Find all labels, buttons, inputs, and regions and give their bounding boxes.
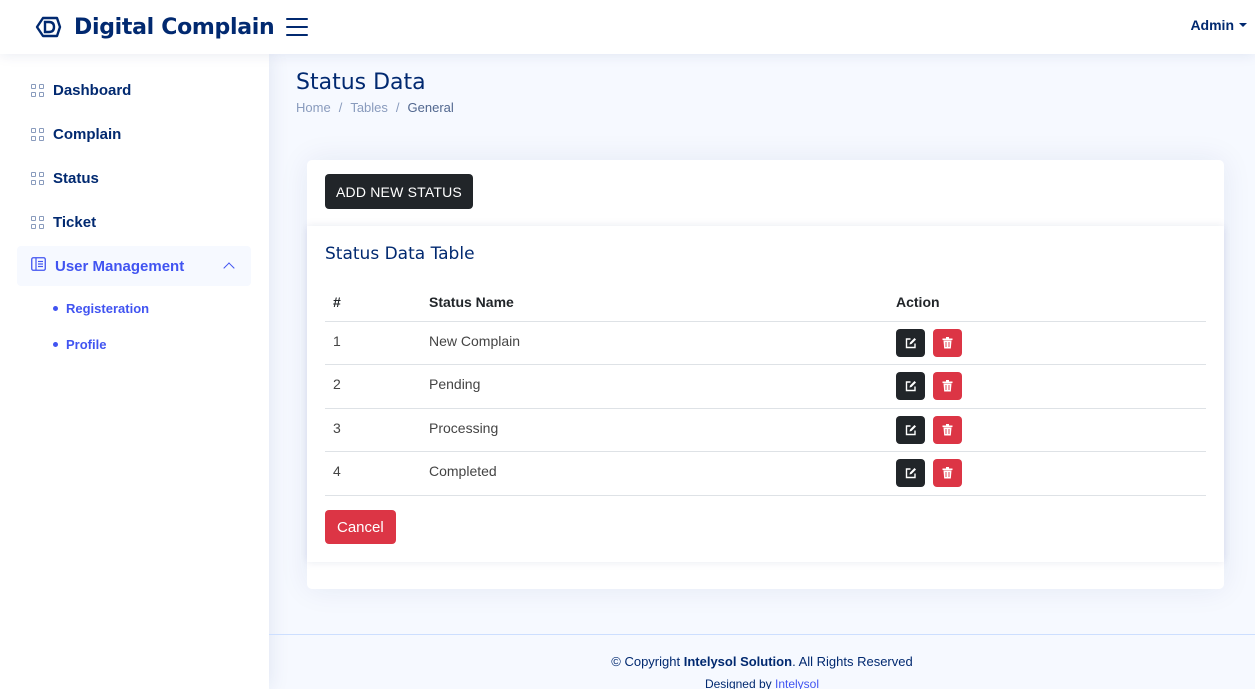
logo[interactable]: Digital Complain	[33, 12, 275, 42]
row-actions	[888, 408, 1206, 452]
status-card: ADD NEW STATUS Status Data Table # Statu…	[307, 160, 1224, 589]
trash-icon	[942, 467, 953, 479]
sidebar-item-ticket[interactable]: Ticket	[17, 202, 251, 242]
table-row: 4 Completed	[325, 451, 1206, 496]
edit-icon	[905, 468, 916, 479]
logo-icon	[33, 12, 63, 42]
sidebar: Dashboard Complain Status Ticket User Ma…	[0, 54, 269, 689]
sidebar-item-user-management[interactable]: User Management	[17, 246, 251, 286]
edit-icon	[905, 424, 916, 435]
breadcrumb-current: General	[407, 100, 454, 115]
breadcrumb: Home / Tables / General	[296, 100, 454, 115]
sidebar-item-label: Complain	[53, 125, 122, 143]
row-status-name: New Complain	[421, 321, 888, 365]
trash-icon	[942, 336, 953, 348]
top-header: Digital Complain Admin	[0, 0, 1255, 54]
cancel-button[interactable]: Cancel	[325, 510, 396, 544]
grid-icon	[31, 127, 44, 141]
breadcrumb-tables[interactable]: Tables	[350, 100, 388, 115]
delete-button[interactable]	[932, 372, 962, 400]
layout-text-icon	[31, 256, 46, 276]
copyright-prefix: © Copyright	[611, 654, 684, 669]
brand-name: Digital Complain	[74, 14, 275, 40]
sidebar-subitem-registeration[interactable]: Registeration	[0, 290, 269, 326]
column-header-status-name: Status Name	[421, 284, 888, 322]
row-status-name: Processing	[421, 408, 888, 452]
edit-button[interactable]	[896, 328, 925, 357]
sidebar-subitem-label: Profile	[66, 336, 107, 352]
table-row: 3 Processing	[325, 408, 1206, 452]
sidebar-item-dashboard[interactable]: Dashboard	[17, 70, 251, 110]
page-title: Status Data	[296, 70, 426, 95]
delete-button[interactable]	[932, 328, 962, 357]
sidebar-item-label: Ticket	[53, 213, 97, 231]
copyright-suffix: . All Rights Reserved	[792, 654, 913, 669]
grid-icon	[31, 171, 44, 185]
grid-icon	[31, 215, 44, 229]
sidebar-toggle-icon[interactable]	[286, 16, 309, 38]
row-actions	[888, 364, 1206, 409]
row-id: 1	[325, 321, 421, 365]
chevron-up-icon	[223, 262, 235, 274]
trash-icon	[942, 423, 953, 435]
table-header-row: # Status Name Action	[325, 284, 1206, 322]
row-id: 2	[325, 364, 421, 409]
column-header-action: Action	[888, 284, 1206, 322]
column-header-number: #	[325, 284, 421, 322]
breadcrumb-home[interactable]: Home	[296, 100, 331, 115]
designed-by: Designed by Intelysol	[269, 677, 1255, 689]
table-title: Status Data Table	[325, 244, 475, 264]
status-table: # Status Name Action 1 New Complain 2 Pe…	[325, 284, 1206, 496]
row-id: 3	[325, 408, 421, 452]
sidebar-item-status[interactable]: Status	[17, 158, 251, 198]
row-actions	[888, 321, 1206, 365]
admin-label: Admin	[1190, 17, 1234, 33]
breadcrumb-separator: /	[338, 100, 343, 115]
edit-button[interactable]	[896, 459, 925, 487]
edit-button[interactable]	[896, 415, 925, 444]
copyright-text: © Copyright Intelysol Solution. All Righ…	[269, 654, 1255, 669]
sidebar-subitem-label: Registeration	[66, 300, 150, 316]
bullet-icon	[53, 305, 58, 311]
table-row: 2 Pending	[325, 364, 1206, 409]
delete-button[interactable]	[932, 459, 962, 487]
designed-prefix: Designed by	[704, 677, 775, 689]
sidebar-subitem-profile[interactable]: Profile	[0, 326, 269, 362]
page-title-block: Status Data Home / Tables / General	[296, 70, 454, 115]
row-status-name: Completed	[421, 451, 888, 496]
row-status-name: Pending	[421, 364, 888, 409]
footer: © Copyright Intelysol Solution. All Righ…	[269, 634, 1255, 689]
edit-icon	[905, 337, 916, 348]
sidebar-item-complain[interactable]: Complain	[17, 114, 251, 154]
edit-icon	[905, 381, 916, 392]
company-name: Intelysol Solution	[683, 654, 793, 669]
sidebar-item-label: User Management	[55, 257, 185, 275]
grid-icon	[31, 83, 44, 97]
bullet-icon	[53, 341, 58, 347]
delete-button[interactable]	[932, 415, 962, 444]
caret-down-icon	[1239, 23, 1247, 27]
row-id: 4	[325, 451, 421, 496]
breadcrumb-separator: /	[395, 100, 400, 115]
add-new-status-button[interactable]: ADD NEW STATUS	[325, 174, 473, 209]
admin-dropdown[interactable]: Admin	[1190, 17, 1247, 33]
table-row: 1 New Complain	[325, 321, 1206, 365]
sidebar-item-label: Status	[53, 169, 99, 187]
sidebar-item-label: Dashboard	[53, 81, 132, 99]
designer-link[interactable]: Intelysol	[775, 677, 819, 689]
edit-button[interactable]	[896, 372, 925, 400]
row-actions	[888, 451, 1206, 496]
trash-icon	[942, 380, 953, 392]
